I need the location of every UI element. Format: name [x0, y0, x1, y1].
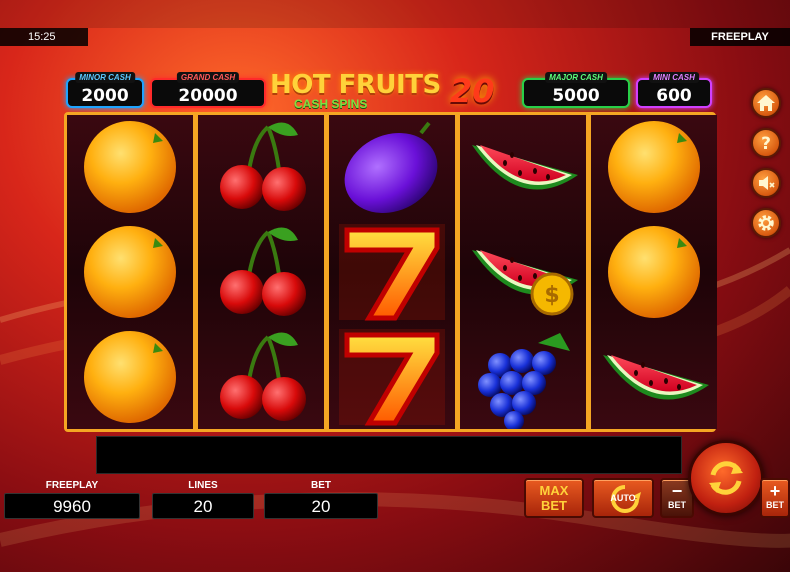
symbol-orange-icon — [591, 220, 717, 324]
jackpot-minor-label: MINOR CASH — [75, 72, 135, 83]
symbol-cherry-icon — [198, 325, 324, 429]
message-bar — [96, 436, 682, 474]
svg-text:$: $ — [544, 283, 559, 308]
logo-title: HOT FRUITS — [270, 70, 441, 100]
sound-button[interactable] — [751, 168, 781, 198]
spin-button[interactable] — [688, 440, 764, 516]
logo-number: 20 — [450, 72, 495, 110]
settings-button[interactable] — [751, 208, 781, 238]
bet-label: BET — [311, 480, 331, 491]
symbol-plum-icon — [329, 115, 455, 219]
spin-icon — [709, 461, 743, 495]
lines-label: LINES — [188, 480, 218, 491]
symbol-grapes-icon — [460, 325, 586, 429]
jackpot-mini-label: MINI CASH — [649, 72, 699, 83]
clock: 15:25 — [0, 28, 88, 46]
symbol-orange-icon — [67, 115, 193, 219]
symbol-seven-icon — [329, 220, 455, 324]
svg-text:?: ? — [761, 134, 771, 153]
reel-1 — [67, 115, 193, 429]
max-bet-label: MAX BET — [539, 483, 569, 513]
symbol-orange-icon — [591, 115, 717, 219]
help-icon: ? — [761, 134, 771, 153]
symbol-cherry-icon — [198, 115, 324, 219]
jackpot-grand-label: GRAND CASH — [176, 72, 240, 83]
bet-increase-sign: + — [769, 481, 781, 501]
lines-value: 20 — [152, 493, 254, 519]
bet-display: BET 20 — [264, 480, 378, 519]
freeplay-mode-label: FREEPLAY — [690, 28, 790, 46]
logo-subtitle: CASH SPINS — [294, 97, 368, 111]
lines-display: LINES 20 — [152, 480, 254, 519]
bet-increase-label: BET — [766, 500, 784, 510]
jackpot-mini: MINI CASH 600 — [636, 72, 712, 108]
bet-increase-button[interactable]: + BET — [760, 478, 790, 518]
symbol-orange-icon — [67, 220, 193, 324]
bet-decrease-label: BET — [668, 500, 686, 510]
jackpot-major-value: 5000 — [552, 86, 600, 106]
reel-grid: $ — [64, 112, 717, 432]
symbol-watermelon-coin-icon: $ — [460, 220, 586, 324]
freeplay-label: FREEPLAY — [45, 480, 99, 491]
help-button[interactable]: ? — [751, 128, 781, 158]
jackpot-major: MAJOR CASH 5000 — [522, 72, 630, 108]
symbol-orange-icon — [67, 325, 193, 429]
reel-2 — [198, 115, 324, 429]
max-bet-button[interactable]: MAX BET — [524, 478, 584, 518]
home-button[interactable] — [751, 88, 781, 118]
jackpot-minor: MINOR CASH 2000 — [66, 72, 144, 108]
symbol-watermelon-icon — [591, 325, 717, 429]
symbol-watermelon-icon — [460, 115, 586, 219]
freeplay-value: 9960 — [4, 493, 140, 519]
game-logo: HOT FRUITS CASH SPINS 20 — [270, 70, 510, 112]
jackpot-minor-value: 2000 — [81, 86, 129, 106]
jackpot-grand-value: 20000 — [178, 86, 238, 106]
autoplay-button[interactable]: AUTO — [592, 478, 654, 518]
gear-icon — [758, 215, 774, 231]
sound-off-icon — [759, 176, 775, 190]
freeplay-balance: FREEPLAY 9960 — [4, 480, 140, 519]
jackpot-grand: GRAND CASH 20000 — [150, 72, 266, 108]
symbol-cherry-icon — [198, 220, 324, 324]
bet-decrease-sign: − — [671, 481, 683, 501]
bet-value: 20 — [264, 493, 378, 519]
reel-5 — [591, 115, 717, 429]
top-bar — [0, 0, 790, 28]
jackpot-major-label: MAJOR CASH — [545, 72, 607, 83]
home-icon — [757, 95, 775, 111]
symbol-seven-icon — [329, 325, 455, 429]
reel-3 — [329, 115, 455, 429]
reel-4: $ — [460, 115, 586, 429]
jackpot-mini-value: 600 — [656, 86, 692, 106]
autoplay-label: AUTO — [610, 493, 636, 503]
